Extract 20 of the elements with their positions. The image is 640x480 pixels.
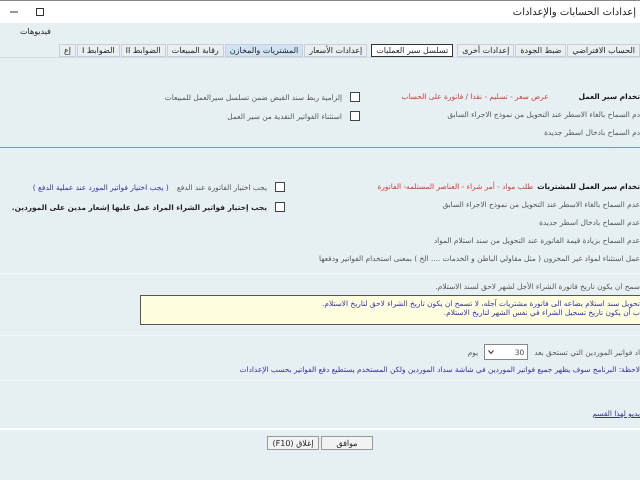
dialog-button[interactable]: إغلاق (F10) — [267, 436, 319, 450]
tab[interactable]: رقابة المبيعات — [166, 44, 224, 57]
checkbox[interactable] — [350, 111, 360, 121]
tab[interactable]: إعدادات أخرى — [457, 44, 514, 57]
checkbox[interactable] — [275, 182, 285, 192]
tab[interactable]: الضوابط I — [76, 44, 120, 57]
tab[interactable]: المشتريات والمخازن — [224, 44, 304, 57]
menu-item[interactable]: فيديوهات — [20, 27, 51, 41]
dialog-button[interactable]: موافق — [321, 436, 373, 450]
tab[interactable]: الضوابط II — [120, 44, 166, 57]
tab[interactable]: إع — [58, 44, 76, 57]
tab[interactable]: ضبط الجودة — [515, 44, 566, 57]
maximize-icon[interactable] — [36, 8, 44, 16]
checkbox[interactable] — [275, 202, 285, 212]
tab[interactable]: تسلسل سير العمليات — [371, 44, 454, 57]
checkbox[interactable] — [350, 92, 360, 102]
window-title: إعدادات الحسابات والإعدادات — [512, 6, 636, 18]
caret-icon — [488, 350, 494, 354]
tab[interactable]: إعدادات الأسعار — [304, 44, 368, 57]
tab[interactable]: الحساب الافتراضي — [567, 44, 640, 57]
